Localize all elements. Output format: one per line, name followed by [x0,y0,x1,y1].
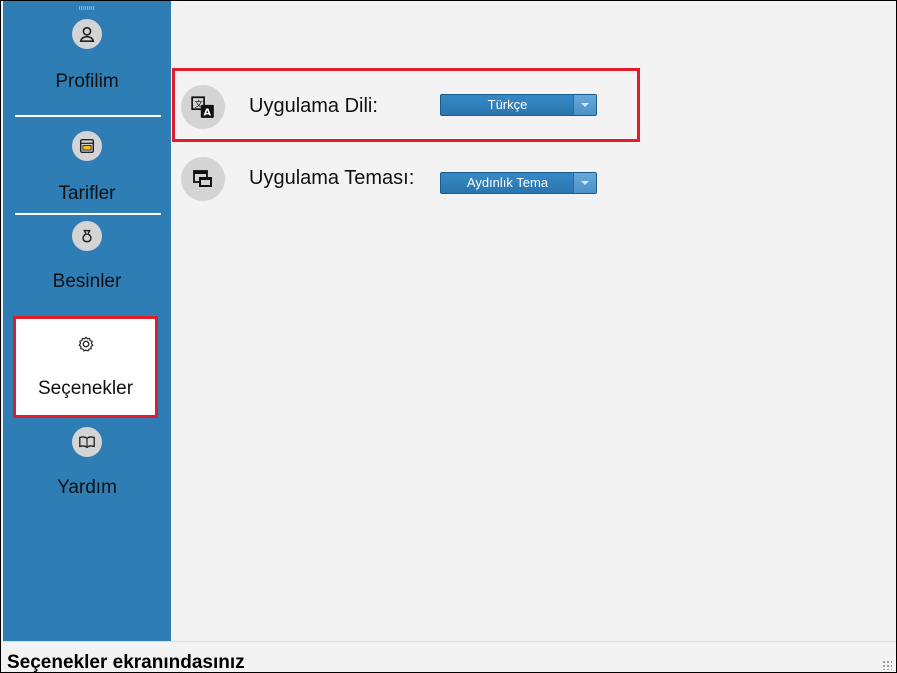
status-bar: Seçenekler ekranındasınız [1,641,896,673]
chevron-down-icon [581,181,589,185]
sidebar-item-tarifler[interactable]: Tarifler [3,131,171,205]
status-text: Seçenekler ekranındasınız [7,652,245,673]
theme-label: Uygulama Teması: [249,167,415,189]
gear-icon [70,329,101,359]
language-dropdown[interactable]: Türkçe [440,94,597,116]
sidebar: Profilim Tarifler Besinler Seçenekler Ya… [3,1,171,641]
chevron-down-icon [581,103,589,107]
theme-dropdown-value: Aydınlık Tema [466,175,549,190]
book-icon [72,427,102,457]
theme-dropdown[interactable]: Aydınlık Tema [440,172,597,194]
sidebar-separator [15,213,161,215]
sidebar-item-label: Tarifler [58,183,116,204]
sidebar-grip[interactable] [79,6,95,10]
language-dropdown-button[interactable] [573,95,596,115]
sidebar-item-label: Yardım [57,477,117,498]
theme-dropdown-button[interactable] [573,173,596,193]
language-label: Uygulama Dili: [249,95,378,117]
resize-grip-icon[interactable] [882,660,892,670]
svg-text:A: A [204,108,212,119]
profile-icon [72,19,102,49]
sidebar-item-profilim[interactable]: Profilim [3,19,171,93]
settings-panel: 文A Uygulama Dili: Türkçe Uygulama Teması… [171,1,896,641]
sidebar-item-label: Besinler [52,271,122,292]
food-bag-icon [72,221,102,251]
sidebar-item-label: Profilim [55,71,119,92]
app-window: Profilim Tarifler Besinler Seçenekler Ya… [0,0,897,673]
sidebar-item-secenekler[interactable]: Seçenekler [13,316,158,418]
theme-windows-icon [181,157,225,201]
sidebar-item-yardim[interactable]: Yardım [3,427,171,501]
sidebar-separator [15,115,161,117]
translate-icon: 文A [181,85,225,129]
oven-icon [72,131,102,161]
language-dropdown-value: Türkçe [487,97,528,112]
sidebar-item-besinler[interactable]: Besinler [3,221,171,295]
selected-item-background: Seçenekler [19,322,152,412]
sidebar-item-label: Seçenekler [37,378,134,399]
